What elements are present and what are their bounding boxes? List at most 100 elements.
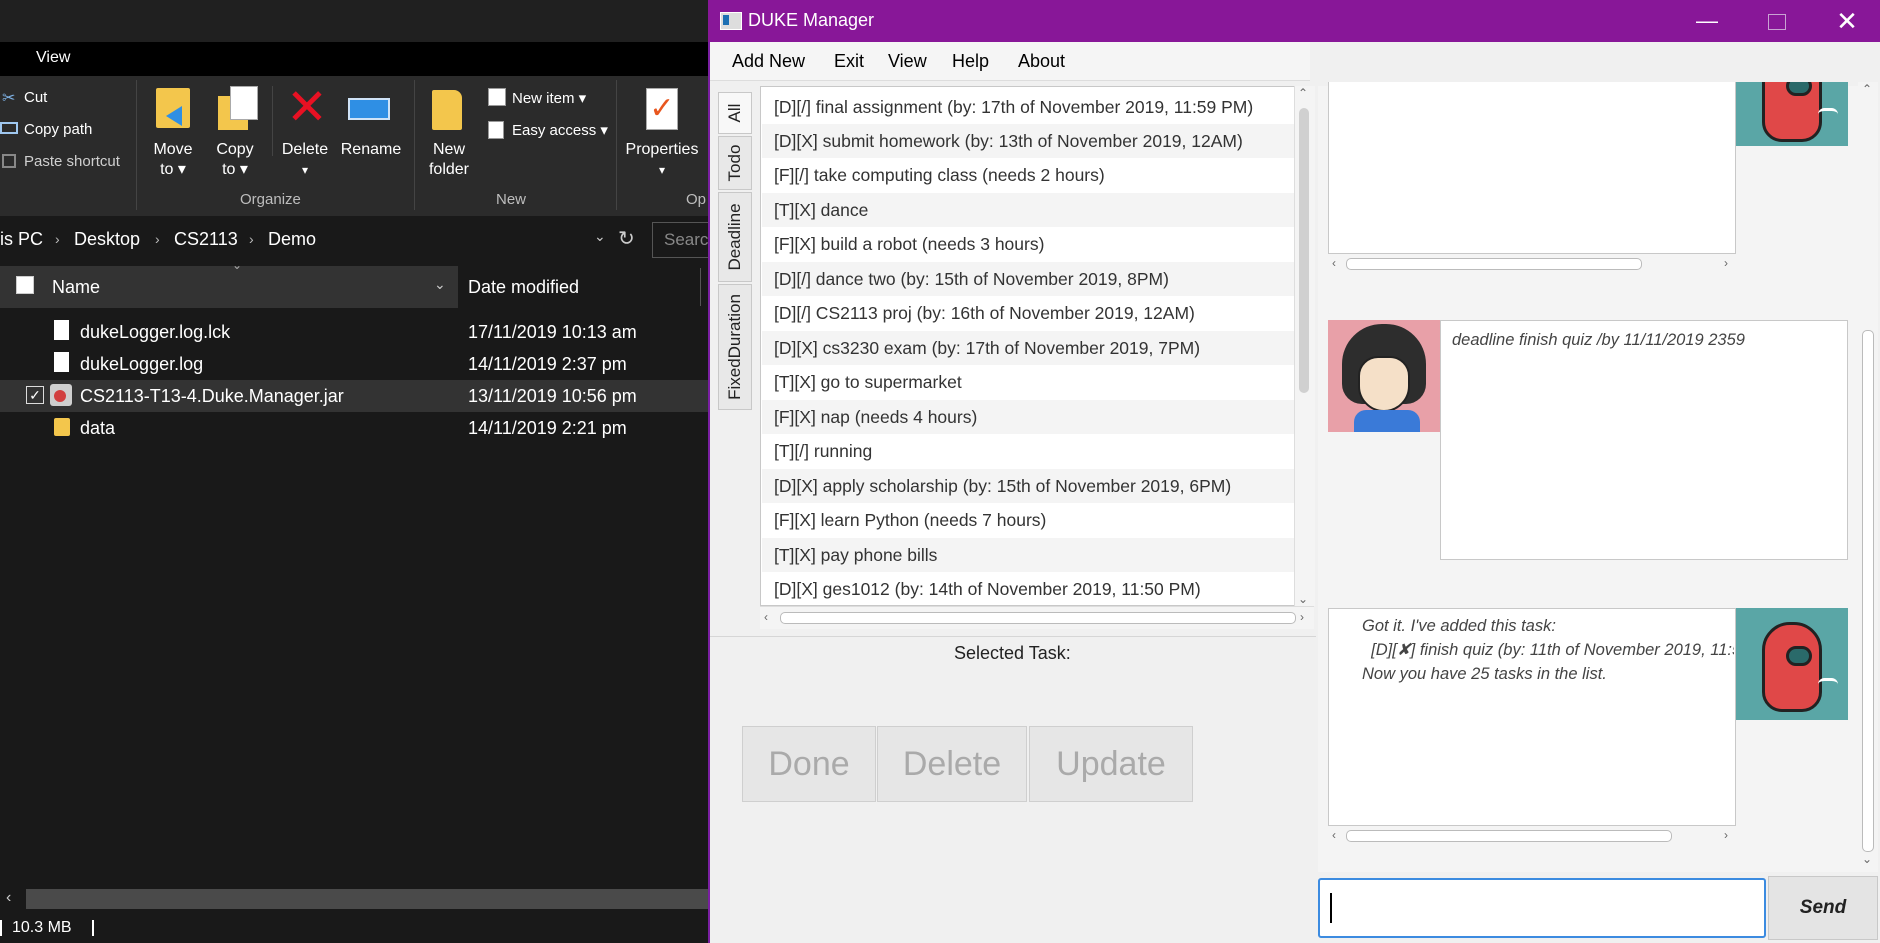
sort-indicator-icon: ⌄ [232, 258, 243, 272]
breadcrumb-this-pc[interactable]: is PC [0, 229, 43, 250]
paste-shortcut-button[interactable]: Paste shortcut [24, 153, 120, 170]
maximize-icon[interactable] [1752, 4, 1802, 38]
copy-path-button[interactable]: Copy path [24, 121, 92, 138]
list-item[interactable]: [D][X] apply scholarship (by: 15th of No… [762, 469, 1294, 503]
copy-path-icon [0, 122, 18, 134]
done-button[interactable]: Done [742, 726, 876, 802]
move-to-button[interactable]: Move to ▾ [148, 140, 198, 180]
easy-access-button[interactable]: Easy access ▾ [512, 121, 608, 139]
file-date: 13/11/2019 10:56 pm [468, 386, 637, 406]
scroll-down-icon[interactable]: ⌄ [1862, 852, 1872, 866]
minimize-icon[interactable]: — [1682, 4, 1732, 38]
properties-label: Properties [625, 141, 699, 158]
breadcrumb-desktop[interactable]: Desktop [74, 229, 140, 250]
bubble-scroll-thumb[interactable] [1346, 258, 1642, 270]
file-row[interactable]: data 14/11/2019 2:21 pm [0, 412, 708, 444]
menu-add-new[interactable]: Add New [732, 51, 805, 72]
file-date: 17/11/2019 10:13 am [468, 322, 637, 342]
task-text: [D][/] CS2113 proj (by: 16th of November… [774, 303, 1195, 323]
scroll-up-icon[interactable]: ⌃ [1862, 82, 1872, 96]
new-folder-button[interactable]: New folder [424, 140, 474, 180]
scroll-left-icon[interactable]: ‹ [764, 610, 768, 624]
scroll-left-icon[interactable]: ‹ [1332, 828, 1336, 842]
list-item[interactable]: [T][X] go to supermarket [762, 365, 1294, 399]
list-item[interactable]: [F][X] learn Python (needs 7 hours) [762, 503, 1294, 537]
scroll-down-icon[interactable]: ⌄ [1298, 592, 1308, 606]
list-item[interactable]: [D][X] submit homework (by: 13th of Nove… [762, 124, 1294, 158]
update-button[interactable]: Update [1029, 726, 1193, 802]
breadcrumb-demo[interactable]: Demo [268, 229, 316, 250]
list-item[interactable]: [T][/] running [762, 434, 1294, 468]
chevron-right-icon: › [155, 231, 160, 247]
delete-button[interactable]: Delete [877, 726, 1027, 802]
delete-icon: ✕ [286, 79, 328, 135]
explorer-ribbon-tabs [0, 42, 708, 76]
close-icon[interactable]: ✕ [1822, 4, 1872, 38]
list-item[interactable]: [D][X] ges1012 (by: 14th of November 201… [762, 572, 1294, 606]
bot-message-line: Got it. I've added this task: [1362, 617, 1556, 635]
chevron-right-icon: › [55, 231, 60, 247]
new-item-button[interactable]: New item ▾ [512, 89, 586, 107]
move-to-label: Move to [153, 141, 193, 178]
rename-button[interactable]: Rename [338, 140, 404, 160]
file-name: CS2113-T13-4.Duke.Manager.jar [80, 386, 344, 406]
tab-deadline[interactable]: Deadline [718, 192, 752, 282]
task-list-hscroll-thumb[interactable] [780, 612, 1296, 624]
scroll-right-icon[interactable]: › [1724, 828, 1728, 842]
tab-todo[interactable]: Todo [718, 136, 752, 190]
file-row[interactable]: dukeLogger.log.lck 17/11/2019 10:13 am [0, 316, 708, 348]
explorer-scroll-thumb[interactable] [26, 889, 708, 909]
menu-exit[interactable]: Exit [834, 51, 864, 72]
list-item[interactable]: [F][/] take computing class (needs 2 hou… [762, 158, 1294, 192]
scroll-right-icon[interactable]: › [1724, 256, 1728, 270]
cut-button[interactable]: Cut [24, 89, 47, 106]
row-checkbox[interactable]: ✓ [26, 386, 44, 404]
copy-to-button[interactable]: Copy to ▾ [210, 140, 260, 180]
column-date-label[interactable]: Date modified [468, 277, 579, 298]
tab-fixed-duration[interactable]: FixedDuration [718, 284, 752, 410]
tab-all[interactable]: All [718, 92, 752, 134]
list-item[interactable]: [D][/] final assignment (by: 17th of Nov… [762, 90, 1294, 124]
dialog-scroll-thumb[interactable] [1862, 330, 1874, 852]
cut-icon: ✂ [2, 90, 16, 107]
task-text: [D][/] final assignment (by: 17th of Nov… [774, 97, 1254, 117]
file-row-selected[interactable]: ✓ CS2113-T13-4.Duke.Manager.jar 13/11/20… [0, 380, 708, 412]
file-date: 14/11/2019 2:21 pm [468, 418, 627, 438]
list-item[interactable]: [D][/] dance two (by: 15th of November 2… [762, 262, 1294, 296]
file-icon [54, 320, 69, 340]
list-item[interactable]: [T][X] dance [762, 193, 1294, 227]
list-item[interactable]: [F][X] build a robot (needs 3 hours) [762, 227, 1294, 261]
breadcrumb-cs2113[interactable]: CS2113 [174, 229, 238, 250]
scroll-left-icon[interactable]: ‹ [1332, 256, 1336, 270]
tab-deadline-label: Deadline [725, 203, 744, 271]
column-filter-icon[interactable]: ⌄ [434, 276, 446, 293]
bot-avatar [1736, 82, 1848, 146]
list-item[interactable]: [T][X] pay phone bills [762, 538, 1294, 572]
menu-view[interactable]: View [888, 51, 927, 72]
refresh-icon[interactable]: ↻ [618, 226, 635, 251]
file-name: dukeLogger.log.lck [80, 322, 231, 342]
list-item[interactable]: [D][/] CS2113 proj (by: 16th of November… [762, 296, 1294, 330]
properties-button[interactable]: Properties ▾ [624, 140, 700, 180]
delete-label: Delete [281, 141, 329, 158]
select-all-checkbox[interactable] [16, 276, 34, 294]
delete-button[interactable]: Delete ▾ [280, 140, 330, 180]
ribbon-divider [272, 86, 273, 156]
task-list-scroll-thumb[interactable] [1299, 108, 1309, 393]
send-button[interactable]: Send [1768, 876, 1878, 940]
command-input[interactable] [1318, 878, 1766, 938]
scroll-left-icon[interactable]: ‹ [6, 889, 11, 907]
new-item-label: New item [512, 90, 575, 107]
list-item[interactable]: [F][X] nap (needs 4 hours) [762, 400, 1294, 434]
task-text: [T][/] running [774, 441, 873, 461]
bubble-scroll-thumb[interactable] [1346, 830, 1672, 842]
scroll-up-icon[interactable]: ⌃ [1298, 86, 1308, 100]
file-row[interactable]: dukeLogger.log 14/11/2019 2:37 pm [0, 348, 708, 380]
menu-help[interactable]: Help [952, 51, 989, 72]
tab-view[interactable]: View [36, 49, 70, 67]
list-item[interactable]: [D][X] cs3230 exam (by: 17th of November… [762, 331, 1294, 365]
address-dropdown-icon[interactable]: ⌄ [594, 228, 606, 245]
menu-about[interactable]: About [1018, 51, 1065, 72]
bot-message-line: [D][✘] finish quiz (by: 11th of November… [1362, 641, 1734, 659]
scroll-right-icon[interactable]: › [1300, 610, 1304, 624]
